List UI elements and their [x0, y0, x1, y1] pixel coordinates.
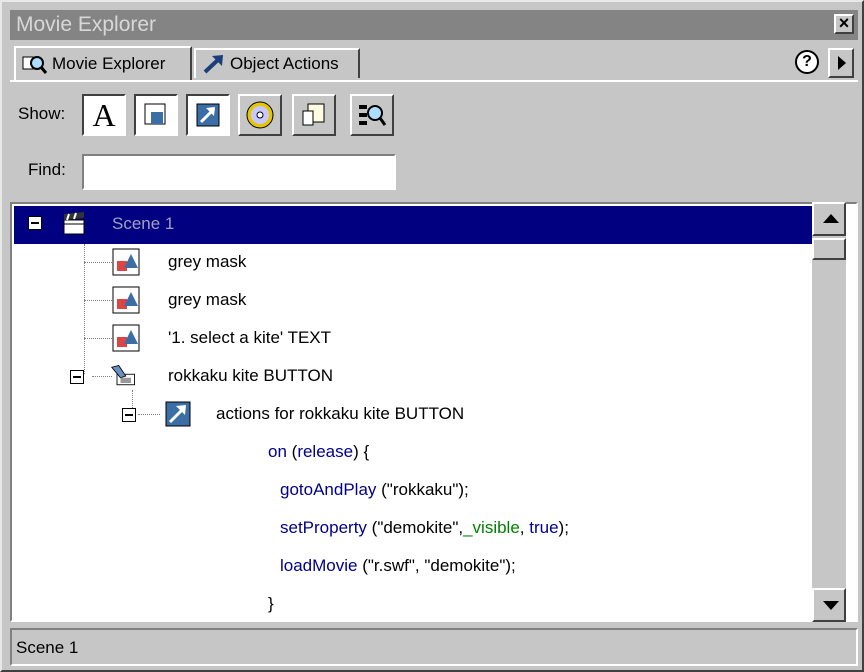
tree-line — [84, 338, 112, 339]
symbol-icon — [144, 103, 166, 125]
show-media-button[interactable] — [238, 94, 282, 136]
code-property: _visible — [463, 518, 520, 537]
code-text: ) { — [353, 442, 370, 461]
status-text: Scene 1 — [16, 638, 79, 657]
vertical-scrollbar[interactable] — [812, 202, 846, 622]
close-icon: × — [838, 13, 850, 33]
graphic-symbol-icon — [112, 324, 140, 352]
show-frames-layers-button[interactable] — [292, 94, 336, 136]
button-symbol-icon — [110, 365, 135, 386]
close-button[interactable]: × — [834, 14, 854, 34]
code-keyword: gotoAndPlay — [280, 480, 377, 499]
collapse-scene-toggle[interactable] — [28, 216, 42, 230]
code-line-set-property[interactable]: setProperty ("demokite",_visible, true); — [280, 518, 569, 538]
collapse-button-toggle[interactable] — [70, 370, 84, 384]
movie-explorer-window: Movie Explorer × Movie Explorer Object A… — [0, 0, 864, 672]
action-script-icon — [165, 401, 191, 427]
code-text: ("demokite", — [366, 518, 464, 537]
tree-line — [84, 300, 112, 301]
graphic-symbol-icon — [112, 286, 140, 314]
scene-clapper-icon — [63, 212, 85, 235]
collapse-actions-toggle[interactable] — [122, 408, 136, 422]
customize-icon — [359, 105, 387, 126]
scroll-thumb[interactable] — [812, 238, 846, 260]
scroll-up-button[interactable] — [812, 202, 846, 236]
graphic-symbol-icon — [112, 248, 140, 276]
tree-item-grey-mask-2[interactable]: grey mask — [168, 290, 246, 310]
text-icon: A — [92, 96, 116, 133]
show-actions-button[interactable] — [186, 94, 230, 136]
find-label: Find: — [28, 160, 66, 179]
code-line-goto-and-play[interactable]: gotoAndPlay ("rokkaku"); — [280, 480, 469, 500]
tree-line — [84, 244, 85, 374]
action-script-icon — [196, 103, 220, 127]
code-text: , — [519, 518, 530, 537]
code-line-on-release[interactable]: on (release) { — [268, 442, 369, 462]
code-keyword: on — [268, 442, 287, 461]
tab-label: Object Actions — [230, 54, 339, 73]
show-text-button[interactable]: A — [82, 94, 126, 136]
code-text: ("rokkaku"); — [376, 480, 469, 499]
code-text: ( — [286, 442, 298, 461]
title-bar[interactable]: Movie Explorer × — [10, 10, 858, 40]
panel-tabs: Movie Explorer Object Actions ? — [10, 44, 858, 80]
find-input[interactable] — [82, 154, 396, 190]
code-keyword: true — [529, 518, 559, 537]
tree-line — [138, 414, 160, 415]
tree-item-select-kite-text[interactable]: '1. select a kite' TEXT — [168, 328, 331, 348]
help-button[interactable]: ? — [795, 50, 819, 74]
code-line-close-brace[interactable]: } — [268, 594, 274, 614]
frames-layers-icon — [302, 103, 325, 126]
cd-media-icon — [246, 101, 274, 129]
tree-item-rokkaku-button[interactable]: rokkaku kite BUTTON — [168, 366, 333, 386]
tab-movie-explorer[interactable]: Movie Explorer — [14, 46, 192, 80]
code-keyword: loadMovie — [280, 556, 358, 575]
window-title: Movie Explorer — [16, 13, 157, 36]
movie-explorer-icon — [22, 56, 48, 74]
tab-object-actions[interactable]: Object Actions — [194, 48, 360, 78]
scroll-down-button[interactable] — [812, 588, 846, 622]
tab-label: Movie Explorer — [52, 54, 166, 73]
panel-menu-button[interactable] — [828, 48, 854, 78]
scene-label[interactable]: Scene 1 — [112, 214, 174, 234]
customize-show-button[interactable] — [350, 94, 394, 136]
status-bar: Scene 1 — [10, 628, 858, 666]
code-keyword: setProperty — [280, 518, 367, 537]
action-arrow-icon — [203, 55, 223, 74]
code-text: ("r.swf", "demokite"); — [357, 556, 516, 575]
show-label: Show: — [18, 104, 66, 123]
tree-line — [84, 262, 112, 263]
show-buttons-movieclips-button[interactable] — [134, 94, 178, 136]
tree-item-grey-mask-1[interactable]: grey mask — [168, 252, 246, 272]
code-text: ); — [558, 518, 569, 537]
code-keyword: release — [297, 442, 354, 461]
tree-item-actions[interactable]: actions for rokkaku kite BUTTON — [216, 404, 464, 424]
movie-tree[interactable]: Scene 1 grey mask grey mask '1. select a… — [10, 202, 858, 622]
tab-divider — [10, 80, 858, 82]
tree-line — [92, 376, 112, 377]
code-line-load-movie[interactable]: loadMovie ("r.swf", "demokite"); — [280, 556, 516, 576]
